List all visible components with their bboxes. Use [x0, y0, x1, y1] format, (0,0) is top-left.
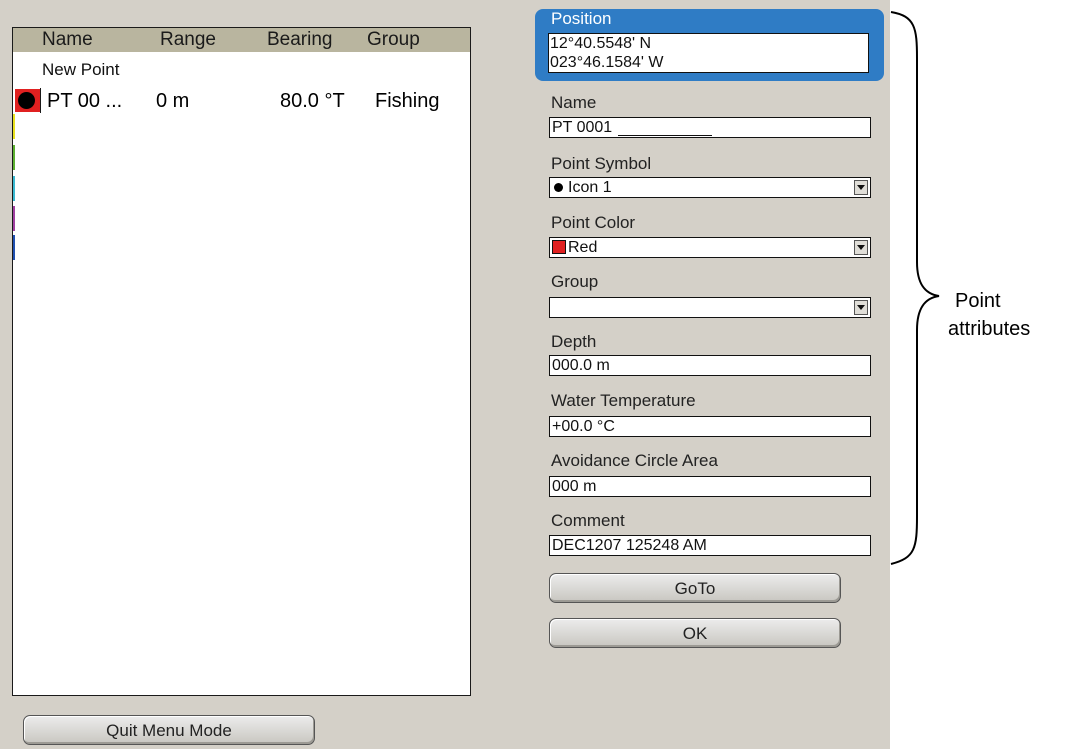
brace-icon [890, 11, 940, 565]
row-divider [40, 88, 41, 113]
depth-value: 000.0 m [552, 357, 610, 374]
annotation-attributes: attributes [948, 318, 1031, 340]
empty-row-cyan-band [13, 176, 15, 201]
longitude-value: 023°46.1584' W [550, 54, 664, 71]
ok-button[interactable]: OK [549, 618, 841, 648]
empty-row-blue-band [13, 235, 15, 260]
water-temperature-value: +00.0 °C [552, 418, 615, 435]
column-bearing[interactable]: Bearing [267, 29, 333, 51]
row-bearing: 80.0 °T [280, 90, 345, 112]
list-header: Name Range Bearing Group [13, 28, 470, 52]
column-group[interactable]: Group [367, 29, 420, 51]
latitude-value: 12°40.5548' N [550, 35, 652, 52]
water-temperature-input[interactable]: +00.0 °C [549, 416, 871, 437]
name-label: Name [551, 93, 597, 112]
point-color-value: Red [568, 239, 598, 256]
new-point-item[interactable]: New Point [42, 60, 119, 80]
name-input[interactable]: PT 0001 [549, 117, 871, 138]
annotation-point: Point [955, 290, 1001, 312]
point-symbol-icon [18, 92, 35, 109]
depth-label: Depth [551, 332, 597, 351]
filled-circle-icon [554, 183, 563, 192]
position-field-group[interactable]: Position 12°40.5548' N 023°46.1584' W [535, 9, 884, 81]
position-label: Position [551, 9, 612, 28]
point-color-marker [15, 89, 40, 112]
avoidance-circle-label: Avoidance Circle Area [551, 451, 718, 470]
chevron-down-icon[interactable] [854, 180, 868, 195]
point-symbol-select[interactable]: Icon 1 [549, 177, 871, 198]
empty-row-green-band [13, 145, 15, 170]
depth-input[interactable]: 000.0 m [549, 355, 871, 376]
row-name: PT 00 ... [47, 90, 123, 112]
point-symbol-value: Icon 1 [568, 179, 612, 196]
point-symbol-label: Point Symbol [551, 154, 652, 173]
name-value: PT 0001 [552, 119, 613, 136]
goto-button[interactable]: GoTo [549, 573, 841, 603]
avoidance-circle-value: 000 m [552, 478, 597, 495]
position-input[interactable]: 12°40.5548' N 023°46.1584' W [548, 33, 869, 73]
column-range[interactable]: Range [160, 29, 216, 51]
row-group: Fishing [375, 90, 440, 112]
row-range: 0 m [156, 90, 190, 112]
comment-label: Comment [551, 511, 625, 530]
name-underline [618, 135, 712, 136]
group-select[interactable] [549, 297, 871, 318]
group-label: Group [551, 272, 599, 291]
comment-input[interactable]: DEC1207 125248 AM [549, 535, 871, 556]
avoidance-circle-input[interactable]: 000 m [549, 476, 871, 497]
point-color-select[interactable]: Red [549, 237, 871, 258]
point-editor-panel: Name Range Bearing Group New Point PT 00… [0, 0, 890, 749]
point-list: Name Range Bearing Group New Point PT 00… [12, 27, 471, 696]
color-swatch-icon [552, 240, 566, 254]
empty-row-yellow-band [13, 114, 15, 139]
empty-row-purple-band [13, 206, 15, 231]
water-temperature-label: Water Temperature [551, 391, 696, 410]
column-name[interactable]: Name [42, 29, 93, 51]
comment-value: DEC1207 125248 AM [552, 537, 707, 554]
quit-menu-mode-button[interactable]: Quit Menu Mode [23, 715, 315, 745]
chevron-down-icon[interactable] [854, 300, 868, 315]
chevron-down-icon[interactable] [854, 240, 868, 255]
point-color-label: Point Color [551, 213, 636, 232]
